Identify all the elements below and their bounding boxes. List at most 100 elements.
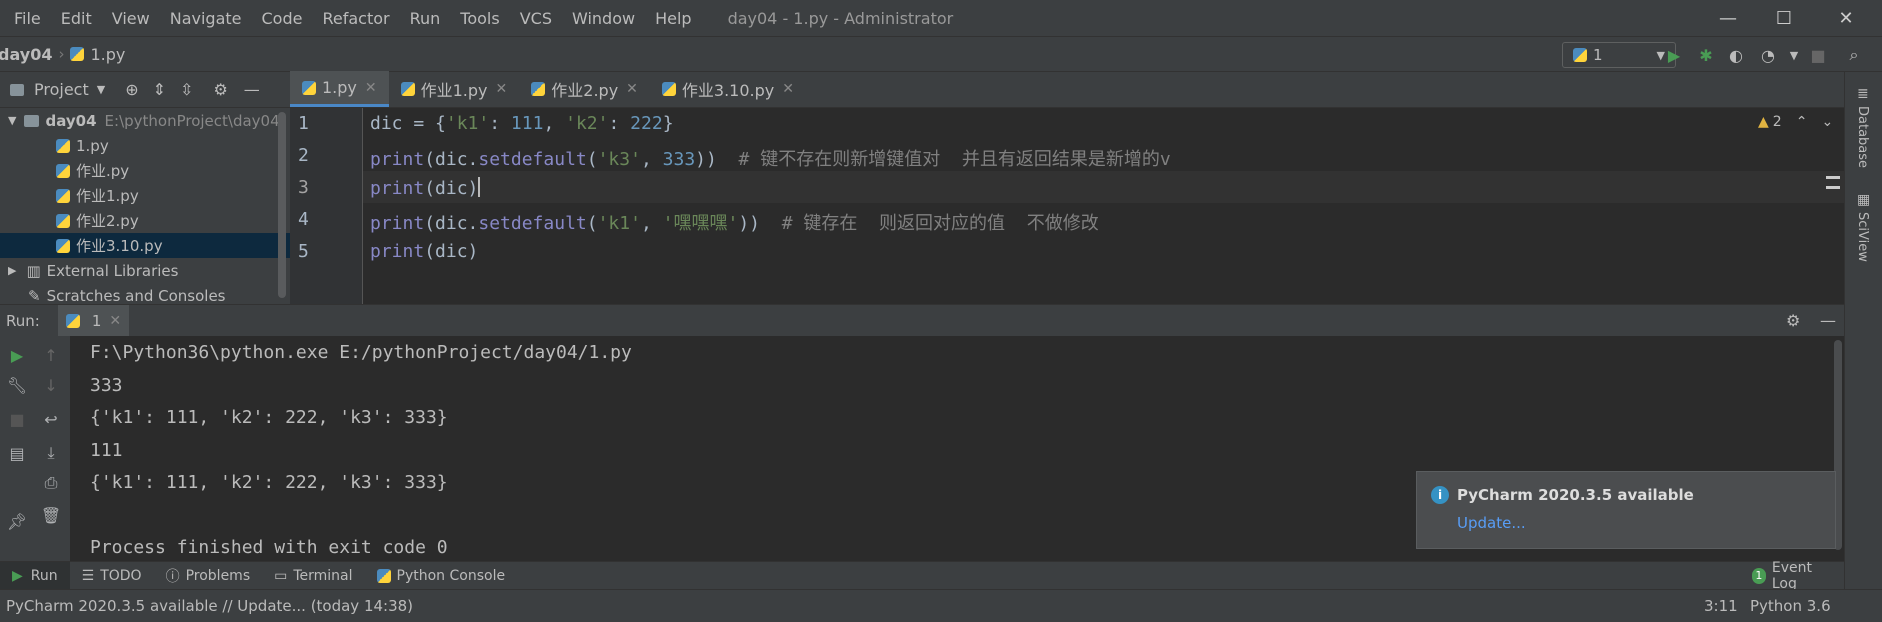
tool-tab-problems[interactable]: ⓘ Problems: [154, 562, 263, 590]
chevron-down-icon[interactable]: ⌄: [1821, 114, 1833, 130]
print-icon[interactable]: ⎙: [38, 470, 64, 496]
menu-bar: File Edit View Navigate Code Refactor Ru…: [0, 0, 1882, 36]
tool-tab-label: Event Log: [1771, 559, 1812, 592]
maximize-button[interactable]: ☐: [1756, 0, 1812, 36]
menu-navigate[interactable]: Navigate: [160, 9, 252, 28]
python-file-icon: [302, 80, 316, 95]
expand-all-icon[interactable]: ⇕: [153, 80, 166, 99]
terminal-icon: ▭: [274, 567, 288, 584]
project-icon: [10, 83, 24, 96]
chevron-down-icon[interactable]: ▼: [8, 114, 16, 127]
folder-icon: [24, 114, 40, 127]
tool-tab-todo[interactable]: ☰ TODO: [70, 562, 154, 590]
tab-zuoye3-10[interactable]: 作业3.10.py ✕: [650, 71, 806, 107]
tree-file[interactable]: 1.py: [0, 133, 290, 158]
close-icon[interactable]: ✕: [365, 80, 377, 96]
debug-icon[interactable]: ✱: [1694, 43, 1718, 67]
menu-edit[interactable]: Edit: [51, 9, 102, 28]
tool-tab-terminal[interactable]: ▭ Terminal: [262, 562, 364, 590]
chevron-up-icon[interactable]: ⌃: [1796, 114, 1808, 130]
database-tool-tab[interactable]: Database: [1855, 106, 1870, 168]
run-panel-label: Run:: [6, 311, 40, 330]
close-icon[interactable]: ✕: [626, 81, 638, 97]
status-message[interactable]: PyCharm 2020.3.5 available // Update... …: [6, 597, 413, 615]
gear-icon[interactable]: ⚙: [1786, 311, 1800, 330]
stop-icon[interactable]: ■: [4, 406, 30, 432]
arrow-up-icon[interactable]: ↑: [38, 342, 64, 368]
menu-view[interactable]: View: [102, 9, 160, 28]
tool-tab-label: Python Console: [396, 567, 506, 584]
tool-tab-event-log[interactable]: 1 Event Log: [1740, 559, 1844, 592]
code-editor[interactable]: 1 2 3 4 5 dic = {'k1': 111, 'k2': 222} p…: [290, 108, 1844, 304]
layout-icon[interactable]: ▤: [4, 440, 30, 466]
run-config-select[interactable]: 1 ▼: [1562, 42, 1676, 68]
menu-help[interactable]: Help: [645, 9, 701, 28]
current-line-highlight: [362, 171, 1844, 203]
tree-file[interactable]: 作业1.py: [0, 183, 290, 208]
rerun-icon[interactable]: ▶: [4, 342, 30, 368]
tab-zuoye1[interactable]: 作业1.py ✕: [389, 71, 520, 107]
breadcrumb-file[interactable]: 1.py: [90, 45, 125, 64]
project-panel-title[interactable]: Project: [34, 80, 89, 99]
python-file-icon: [56, 238, 70, 253]
tool-tab-run[interactable]: ▶ Run: [0, 561, 70, 590]
interpreter-status[interactable]: Python 3.6: [1750, 597, 1831, 615]
chevron-down-icon[interactable]: ▼: [97, 83, 105, 96]
menu-file[interactable]: File: [0, 9, 51, 28]
info-icon: i: [1431, 486, 1449, 504]
minimize-button[interactable]: —: [1700, 0, 1756, 36]
profile-icon[interactable]: ◔: [1756, 43, 1780, 67]
breadcrumb-project[interactable]: day04: [0, 45, 52, 64]
arrow-down-icon[interactable]: ↓: [38, 372, 64, 398]
console-line: F:\Python36\python.exe E:/pythonProject/…: [90, 342, 632, 363]
hide-icon[interactable]: —: [244, 80, 260, 99]
update-link[interactable]: Update...: [1457, 514, 1526, 532]
chevron-right-icon[interactable]: ▶: [8, 264, 16, 277]
tab-1-py[interactable]: 1.py ✕: [290, 71, 389, 107]
tree-file[interactable]: 作业2.py: [0, 208, 290, 233]
close-icon[interactable]: ✕: [109, 313, 121, 329]
stop-icon[interactable]: ■: [1806, 43, 1830, 67]
editor-tabs: 1.py ✕ 作业1.py ✕ 作业2.py ✕ 作业3.10.py ✕: [290, 71, 1844, 108]
pin-icon[interactable]: 📌︎: [4, 508, 30, 534]
run-icon[interactable]: ▶: [1662, 43, 1686, 67]
window-title: day04 - 1.py - Administrator: [727, 8, 954, 28]
gear-icon[interactable]: ⚙: [213, 80, 227, 99]
sciview-icon: ▦: [1857, 192, 1871, 208]
search-icon[interactable]: ⌕: [1842, 43, 1866, 67]
tree-root[interactable]: ▼ day04 E:\pythonProject\day04: [0, 108, 290, 133]
scroll-to-end-icon[interactable]: ⤓: [38, 440, 64, 466]
hide-icon[interactable]: —: [1820, 311, 1836, 330]
run-tab[interactable]: 1 ✕: [57, 304, 130, 337]
tree-file-selected[interactable]: 作业3.10.py: [0, 233, 290, 258]
close-icon[interactable]: ✕: [496, 81, 508, 97]
menu-run[interactable]: Run: [400, 9, 451, 28]
console-line: Process finished with exit code 0: [90, 537, 448, 558]
inspection-widget[interactable]: ▲ 2 ⌃ ⌄: [1758, 114, 1833, 130]
tree-file[interactable]: 作业.py: [0, 158, 290, 183]
tool-tab-python-console[interactable]: Python Console: [365, 562, 518, 590]
menu-window[interactable]: Window: [562, 9, 645, 28]
menu-refactor[interactable]: Refactor: [312, 9, 399, 28]
close-icon[interactable]: ✕: [782, 81, 794, 97]
cursor-position[interactable]: 3:11: [1704, 597, 1738, 615]
chevron-down-icon[interactable]: ▼: [1782, 43, 1806, 67]
menu-code[interactable]: Code: [252, 9, 313, 28]
close-window-button[interactable]: ✕: [1818, 0, 1874, 36]
wrench-icon[interactable]: 🔧︎: [4, 372, 30, 398]
menu-tools[interactable]: Tools: [450, 9, 509, 28]
tab-zuoye2[interactable]: 作业2.py ✕: [519, 71, 650, 107]
locate-icon[interactable]: ⊕: [125, 80, 138, 99]
tab-label: 作业1.py: [420, 81, 488, 100]
line-number: 5: [298, 241, 309, 262]
code-line: print(dic.setdefault('k1', '嘿嘿嘿')) # 键存在…: [370, 213, 1099, 234]
soft-wrap-icon[interactable]: ↩: [38, 406, 64, 432]
tool-tab-label: Problems: [185, 567, 251, 584]
tree-scrollbar[interactable]: [278, 112, 286, 298]
trash-icon[interactable]: 🗑︎: [38, 502, 64, 528]
tree-external-libraries[interactable]: ▶ ▥ External Libraries: [0, 258, 290, 283]
sciview-tool-tab[interactable]: SciView: [1855, 212, 1870, 262]
collapse-all-icon[interactable]: ⇳: [180, 80, 193, 99]
menu-vcs[interactable]: VCS: [510, 9, 562, 28]
coverage-icon[interactable]: ◐: [1724, 43, 1748, 67]
